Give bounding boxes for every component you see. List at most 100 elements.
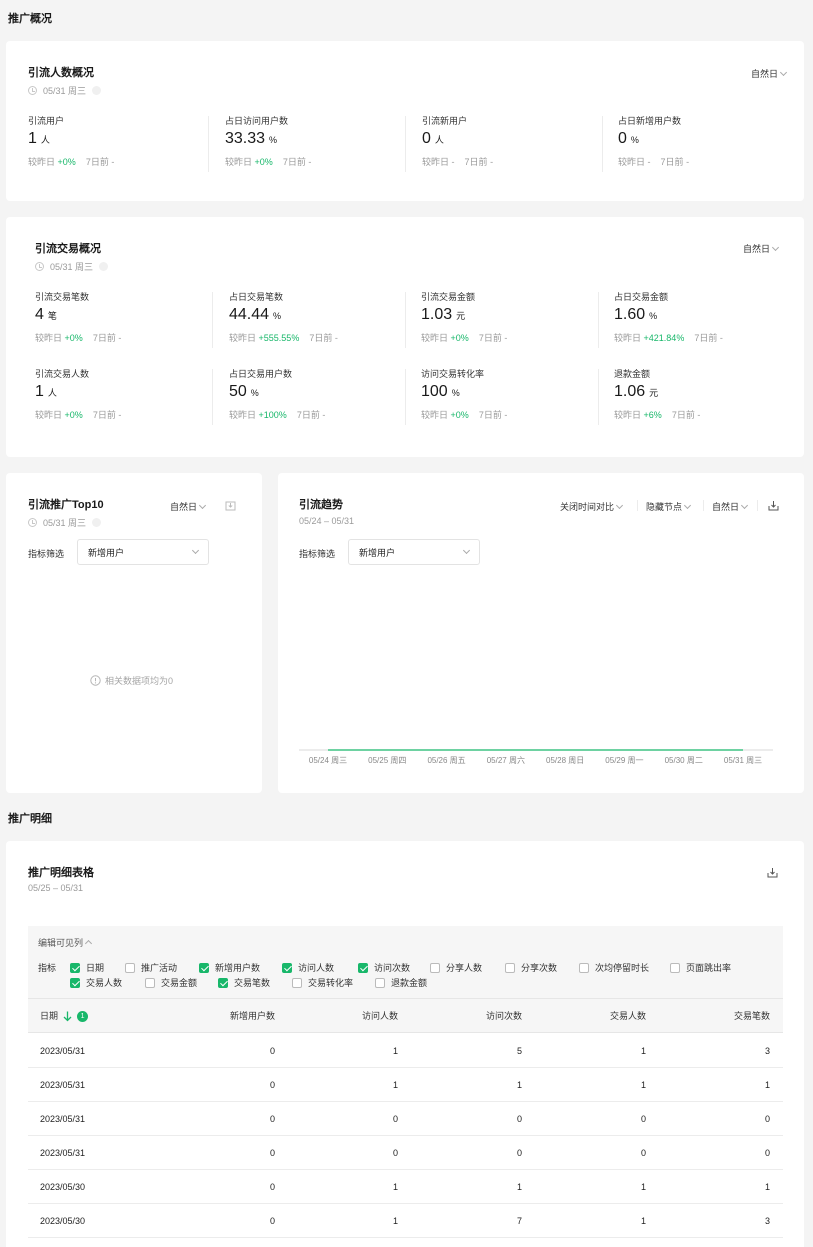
metric-compare: 较昨日 +0% 7日前 - (28, 157, 115, 167)
column-option[interactable]: 交易人数 (70, 976, 122, 989)
column-option[interactable]: 页面跳出率 (670, 961, 731, 974)
column-option[interactable]: 日期 (70, 961, 104, 974)
checkbox[interactable] (70, 977, 80, 988)
col-visitors-header[interactable]: 访问人数 (362, 999, 398, 1033)
column-option[interactable]: 访问人数 (282, 961, 334, 974)
download-icon[interactable] (767, 867, 778, 878)
checkbox[interactable] (218, 977, 228, 988)
section-title-detail: 推广明细 (8, 813, 52, 825)
checkbox[interactable] (358, 962, 368, 973)
metric-label: 占日访问用户数 (225, 116, 289, 126)
metric-compare: 较昨日 +0% 7日前 - (421, 410, 508, 420)
table-row[interactable]: 2023/05/31 0 1 1 1 1 (28, 1068, 783, 1102)
metric-compare: 较昨日 +0% 7日前 - (35, 410, 122, 420)
table-cell: 0 (764, 1148, 770, 1158)
period-dropdown[interactable]: 自然日 (170, 500, 207, 513)
table-cell: 2023/05/31 (40, 1148, 86, 1158)
column-option[interactable]: 新增用户数 (199, 961, 260, 974)
col-new-users-header[interactable]: 新增用户数 (230, 999, 275, 1033)
column-option[interactable]: 分享人数 (430, 961, 482, 974)
metric-unit: 人 (47, 388, 57, 398)
card-title: 引流推广Top10 (28, 499, 104, 511)
metric-unit: 笔 (47, 311, 57, 321)
column-option[interactable]: 推广活动 (125, 961, 177, 974)
period-dropdown[interactable]: 自然日 (751, 67, 788, 80)
table-cell: 0 (764, 1114, 770, 1124)
column-option[interactable]: 交易转化率 (292, 976, 353, 989)
table-cell: 1 (640, 1046, 646, 1056)
sort-down-icon[interactable] (63, 1011, 72, 1022)
divider (208, 116, 209, 172)
card-title: 引流交易概况 (35, 243, 101, 255)
table-cell: 0 (269, 1046, 275, 1056)
edit-columns-toggle[interactable]: 编辑可见列 (38, 936, 93, 949)
info-icon[interactable] (92, 86, 102, 95)
info-icon[interactable] (92, 518, 102, 527)
metric-compare: 较昨日 +100% 7日前 - (229, 410, 326, 420)
checkbox[interactable] (125, 962, 135, 973)
table-row[interactable]: 2023/05/31 0 0 0 0 0 (28, 1102, 783, 1136)
checkbox[interactable] (579, 962, 589, 973)
chevron-up-icon (84, 939, 93, 948)
metric-label: 引流新用户 (422, 116, 468, 126)
table-cell: 0 (269, 1182, 275, 1192)
metric-unit: 元 (649, 388, 659, 398)
metric-value: 44.44% (229, 306, 282, 323)
traffic-trade-card: 引流交易概况 05/31 周三 自然日 引流交易笔数 4笔 较昨日 +0% 7日… (6, 217, 804, 457)
col-visits-header[interactable]: 访问次数 (486, 999, 522, 1033)
metric-value: 0人 (422, 130, 444, 147)
table-row[interactable]: 2023/05/31 0 0 0 0 0 (28, 1136, 783, 1170)
x-tick-label: 05/28 周日 (546, 756, 584, 765)
column-option[interactable]: 分享次数 (505, 961, 557, 974)
column-option[interactable]: 访问次数 (358, 961, 410, 974)
metric-compare: 较昨日 +0% 7日前 - (421, 333, 508, 343)
checkbox[interactable] (292, 977, 302, 988)
table-cell: 1 (392, 1046, 398, 1056)
period-dropdown[interactable]: 自然日 (743, 242, 780, 255)
checkbox[interactable] (145, 977, 155, 988)
metric-value: 4笔 (35, 306, 57, 323)
metric-item: 占日新增用户数 0% 较昨日 - 7日前 - (618, 114, 813, 174)
checkbox[interactable] (375, 977, 385, 988)
metric-item: 占日交易金额 1.60% 较昨日 +421.84% 7日前 - (614, 290, 810, 350)
info-icon[interactable] (99, 262, 109, 271)
table-row[interactable]: 2023/05/30 0 1 7 1 3 (28, 1204, 783, 1238)
metric-select[interactable]: 新增用户 (77, 539, 209, 565)
column-option[interactable]: 交易金额 (145, 976, 197, 989)
checkbox[interactable] (670, 962, 680, 973)
x-tick-label: 05/25 周四 (368, 756, 406, 765)
divider (598, 369, 599, 425)
clock-icon (28, 518, 37, 527)
checkbox[interactable] (199, 962, 209, 973)
x-tick-label: 05/24 周三 (309, 756, 347, 765)
metric-value: 1.06 元 (614, 383, 659, 400)
checkbox[interactable] (70, 962, 80, 973)
table-cell: 1 (392, 1080, 398, 1090)
column-option[interactable]: 退款金额 (375, 976, 427, 989)
chevron-down-icon (779, 68, 788, 76)
divider (405, 292, 406, 348)
checkbox[interactable] (282, 962, 292, 973)
metric-label: 占日新增用户数 (618, 116, 682, 126)
table-row[interactable]: 2023/05/30 0 1 1 1 1 (28, 1170, 783, 1204)
col-buyers-header[interactable]: 交易人数 (610, 999, 646, 1033)
table-cell: 5 (516, 1046, 522, 1056)
metric-unit: % (451, 388, 460, 398)
column-option[interactable]: 交易笔数 (218, 976, 270, 989)
table-cell: 1 (640, 1216, 646, 1226)
col-orders-header[interactable]: 交易笔数 (734, 999, 770, 1033)
clock-icon (35, 262, 44, 271)
col-date-header[interactable]: 日期 1 (40, 999, 89, 1033)
checkbox[interactable] (430, 962, 440, 973)
metric-unit: % (273, 311, 282, 321)
table-row[interactable]: 2023/05/31 0 1 5 1 3 (28, 1034, 783, 1068)
checkbox[interactable] (505, 962, 515, 973)
metric-value: 33.33% (225, 130, 278, 147)
metric-compare: 较昨日 +555.55% 7日前 - (229, 333, 338, 343)
download-icon[interactable] (225, 500, 236, 511)
column-option[interactable]: 次均停留时长 (579, 961, 649, 974)
table-cell: 0 (640, 1114, 646, 1124)
metric-value: 50% (229, 383, 259, 400)
table-cell: 1 (764, 1182, 770, 1192)
info-icon (90, 675, 101, 686)
